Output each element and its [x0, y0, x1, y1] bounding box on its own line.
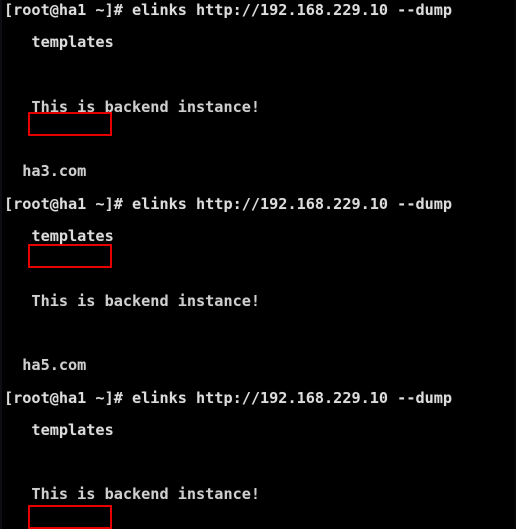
terminal-output-line: This is backend instance!: [4, 97, 261, 116]
terminal-window[interactable]: [root@ha1 ~]# elinks http://192.168.229.…: [0, 0, 516, 529]
terminal-output-line: ha5.com: [4, 356, 87, 375]
terminal-output-line: This is backend instance!: [4, 485, 261, 504]
terminal-prompt-line: templates: [4, 227, 114, 246]
terminal-output-line: This is backend instance!: [4, 291, 261, 310]
terminal-prompt-line: templates: [4, 420, 114, 439]
terminal-output-line: ha3.com: [4, 162, 87, 181]
terminal-prompt-line: [root@ha1 ~]# elinks http://192.168.229.…: [4, 1, 453, 19]
terminal-prompt-line: [root@ha1 ~]# elinks http://192.168.229.…: [4, 194, 453, 213]
terminal-output-buffer: [root@ha1 ~]# elinks http://192.168.229.…: [2, 0, 514, 529]
terminal-prompt-line: templates: [4, 33, 114, 52]
terminal-prompt-line: [root@ha1 ~]# elinks http://192.168.229.…: [4, 388, 453, 407]
